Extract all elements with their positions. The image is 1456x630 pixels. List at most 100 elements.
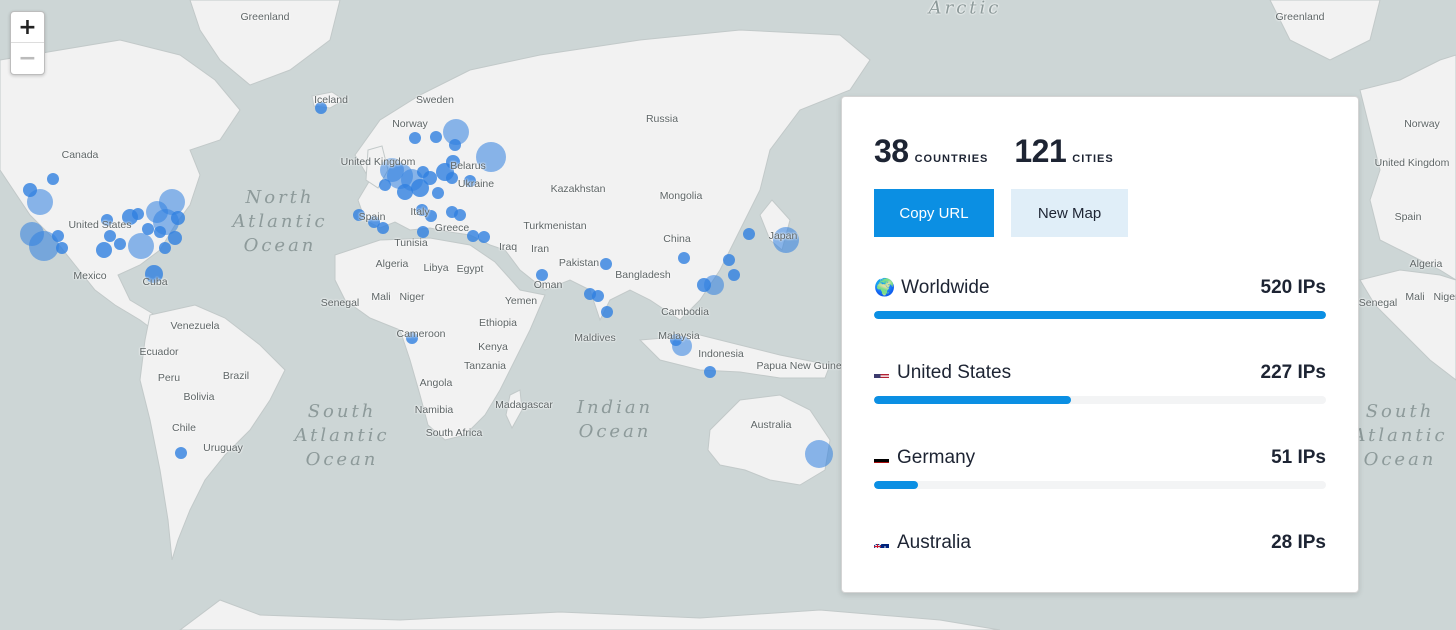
stat-row-germany: Germany 51 IPs (874, 447, 1326, 489)
zoom-in-button[interactable]: + (11, 12, 44, 43)
location-dot (377, 222, 389, 234)
row-label: Australia (897, 532, 971, 553)
row-value: 28 IPs (1271, 532, 1326, 553)
row-label: United States (897, 362, 1012, 383)
location-dot (175, 447, 187, 459)
location-dot (409, 132, 421, 144)
zoom-out-button[interactable]: − (11, 43, 44, 73)
map-label-south-africa: South Africa (425, 427, 483, 439)
location-dot (154, 226, 166, 238)
stats-summary: 38 COUNTRIES 121 CITIES (874, 133, 1114, 170)
map-label-algeria: Algeria (1409, 258, 1443, 270)
map-label-greenland: Greenland (1275, 11, 1325, 23)
location-dot (114, 238, 126, 250)
map-label-united-kingdom: United Kingdom (340, 156, 416, 168)
map-label-cuba: Cuba (142, 276, 168, 288)
map-label-greenland: Greenland (240, 11, 290, 23)
map-label-angola: Angola (419, 377, 453, 389)
progress-fill (874, 481, 919, 489)
location-dot (743, 228, 755, 240)
location-dot (704, 366, 716, 378)
map-label-peru: Peru (157, 372, 181, 384)
map-label-venezuela: Venezuela (170, 320, 220, 332)
map-label-tunisia: Tunisia (394, 237, 428, 249)
map-label-italy: Italy (410, 206, 430, 218)
map-label-brazil: Brazil (222, 370, 250, 382)
map-label-mali: Mali (371, 291, 391, 303)
location-dot (159, 242, 171, 254)
progress-bar (874, 311, 1326, 319)
progress-fill (874, 396, 1072, 404)
map-label-bangladesh: Bangladesh (615, 269, 671, 281)
progress-bar (874, 481, 1326, 489)
copy-url-button[interactable]: Copy URL (874, 189, 994, 237)
row-value: 520 IPs (1260, 277, 1327, 298)
map-label-belarus: Belarus (450, 160, 486, 172)
map-label-australia: Australia (750, 419, 792, 431)
map-label-oman: Oman (533, 279, 563, 291)
map-label-kenya: Kenya (478, 341, 508, 353)
map-label-iraq: Iraq (498, 241, 518, 253)
map-label-malaysia: Malaysia (658, 330, 700, 342)
map-label-spain: Spain (1394, 211, 1422, 223)
location-dot (142, 223, 154, 235)
stat-row-united-states: United States 227 IPs (874, 362, 1326, 404)
location-dot (600, 258, 612, 270)
location-dot (128, 233, 154, 259)
countries-count: 38 (874, 133, 909, 169)
map-label-ethiopia: Ethiopia (479, 317, 517, 329)
countries-label: COUNTRIES (914, 153, 989, 165)
location-dot (592, 290, 604, 302)
map-label-cameroon: Cameroon (396, 328, 446, 340)
progress-bar (874, 396, 1326, 404)
location-dot (449, 139, 461, 151)
location-dot (697, 278, 711, 292)
ocean-label-south-atlantic-ocean: South Atlantic Ocean (1352, 401, 1448, 470)
map-label-niger: Niger (399, 291, 425, 303)
cities-label: CITIES (1072, 153, 1114, 165)
location-dot (417, 166, 429, 178)
zoom-control: + − (10, 11, 45, 75)
location-dot (159, 189, 185, 215)
location-dot (723, 254, 735, 266)
location-dot (104, 230, 116, 242)
map-label-turkmenistan: Turkmenistan (523, 220, 587, 232)
stat-row-worldwide: 🌍 Worldwide 520 IPs (874, 277, 1326, 319)
map-label-madagascar: Madagascar (495, 399, 553, 411)
location-dot (446, 172, 458, 184)
location-dot (52, 230, 64, 242)
location-dot (132, 208, 144, 220)
map-label-russia: Russia (645, 113, 679, 125)
row-label: Germany (897, 447, 976, 468)
location-dot (601, 306, 613, 318)
location-dot (23, 183, 37, 197)
map-label-egypt: Egypt (456, 263, 484, 275)
map-label-mongolia: Mongolia (659, 190, 703, 202)
map-label-united-kingdom: United Kingdom (1374, 157, 1450, 169)
map-label-norway: Norway (1404, 118, 1440, 130)
map-label-chile: Chile (172, 422, 196, 434)
map-label-canada: Canada (61, 149, 99, 161)
location-dot (678, 252, 690, 264)
location-dot (47, 173, 59, 185)
map-label-cambodia: Cambodia (661, 306, 709, 318)
cities-count: 121 (1014, 133, 1067, 169)
row-value: 51 IPs (1271, 447, 1326, 468)
map-label-sweden: Sweden (416, 94, 454, 106)
map-label-mali: Mali (1405, 291, 1425, 303)
australia-flag-icon (874, 538, 889, 548)
map-label-bolivia: Bolivia (183, 391, 215, 403)
map-label-ecuador: Ecuador (139, 346, 179, 358)
us-flag-icon (874, 368, 889, 378)
map-label-uruguay: Uruguay (203, 442, 243, 454)
location-dot (56, 242, 68, 254)
ocean-label-south-atlantic-ocean: South Atlantic Ocean (294, 401, 390, 470)
map-label-iceland: Iceland (314, 94, 348, 106)
map-label-norway: Norway (392, 118, 428, 130)
map-label-arctic: Arctic (928, 0, 1002, 19)
new-map-button[interactable]: New Map (1011, 189, 1128, 237)
stats-panel: 38 COUNTRIES 121 CITIES Copy URL New Map… (841, 96, 1359, 593)
map-label-maldives: Maldives (574, 332, 616, 344)
location-dot (805, 440, 833, 468)
location-dot (96, 242, 112, 258)
